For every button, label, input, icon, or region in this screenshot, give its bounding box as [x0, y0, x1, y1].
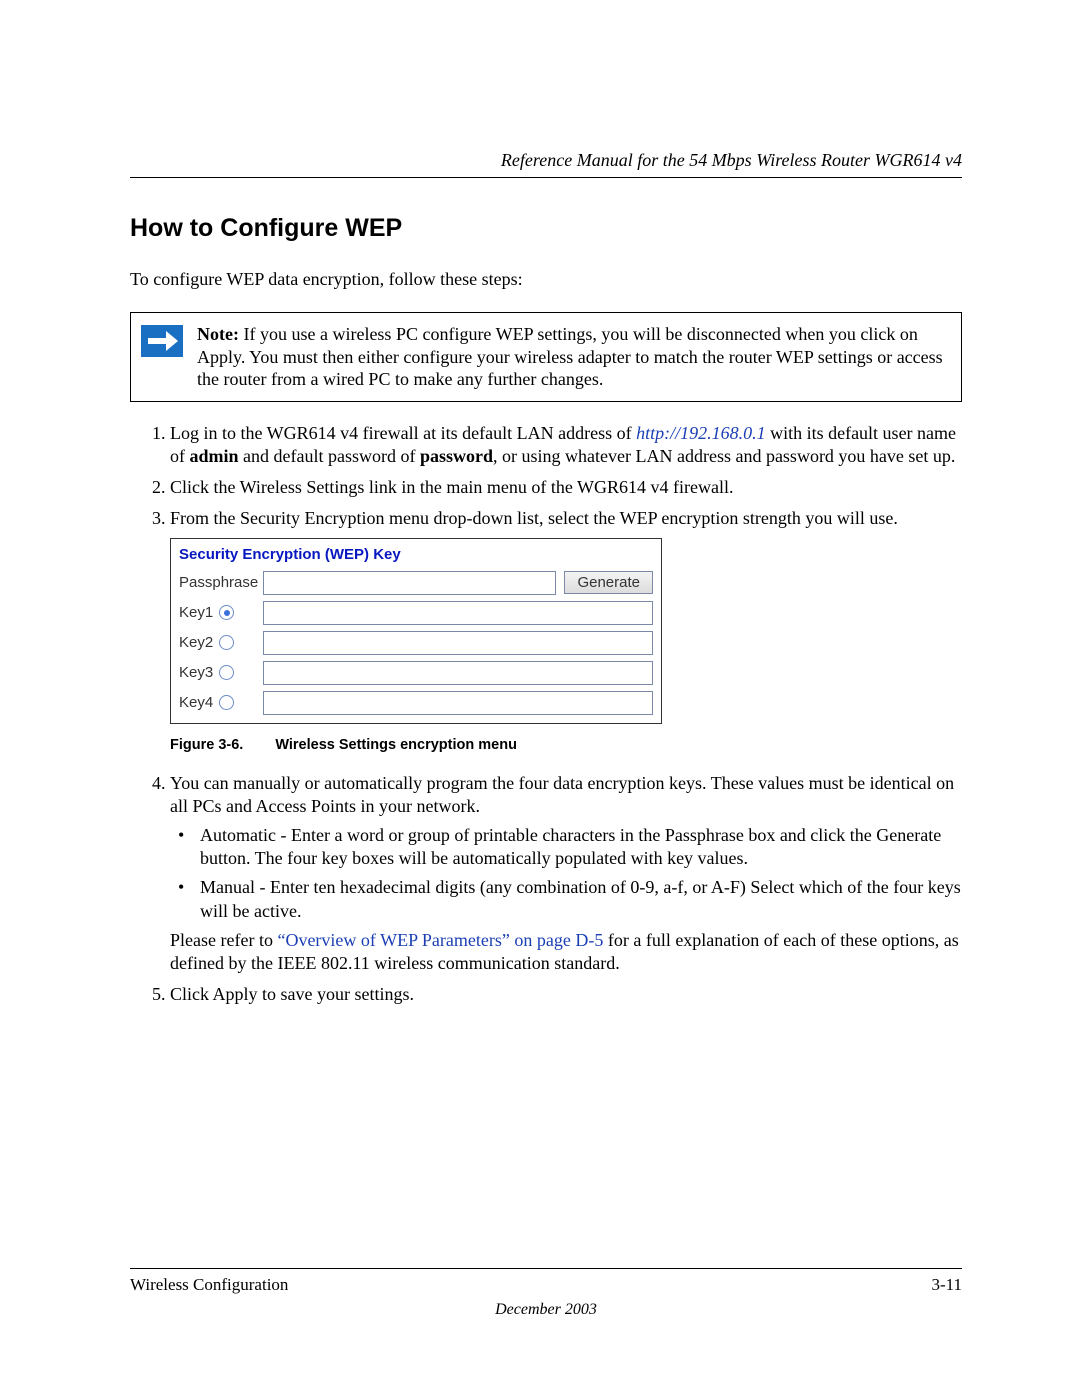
section-intro: To configure WEP data encryption, follow…	[130, 269, 962, 290]
step-3: From the Security Encryption menu drop-d…	[170, 507, 962, 755]
step-4: You can manually or automatically progra…	[170, 772, 962, 974]
key1-input[interactable]	[263, 601, 653, 625]
step-1-text-d: , or using whatever LAN address and pass…	[493, 446, 955, 466]
figure-caption: Figure 3-6. Wireless Settings encryption …	[170, 736, 962, 755]
key4-radio[interactable]	[219, 695, 234, 710]
arrow-icon	[141, 325, 183, 357]
passphrase-row: Passphrase Generate	[171, 568, 661, 598]
figure-number: Figure 3-6.	[170, 737, 243, 753]
key2-row: Key2	[171, 628, 661, 658]
key4-row: Key4	[171, 688, 661, 723]
passphrase-input[interactable]	[263, 571, 556, 595]
step-1-text-c: and default password of	[239, 446, 420, 466]
wep-panel: Security Encryption (WEP) Key Passphrase…	[170, 538, 662, 724]
page-footer: Wireless Configuration 3-11 December 200…	[130, 1268, 962, 1319]
note-label: Note:	[197, 324, 239, 344]
passphrase-label: Passphrase	[179, 573, 263, 592]
note-body: If you use a wireless PC configure WEP s…	[197, 324, 943, 389]
manual-title: Reference Manual for the 54 Mbps Wireles…	[130, 150, 962, 171]
section-title: How to Configure WEP	[130, 214, 962, 243]
header-rule	[130, 177, 962, 178]
key2-radio[interactable]	[219, 635, 234, 650]
footer-rule	[130, 1268, 962, 1269]
key2-input[interactable]	[263, 631, 653, 655]
step-1-text-a: Log in to the WGR614 v4 firewall at its …	[170, 423, 636, 443]
key2-label: Key2	[179, 633, 213, 652]
footer-section: Wireless Configuration	[130, 1275, 288, 1295]
key4-input[interactable]	[263, 691, 653, 715]
key1-radio[interactable]	[219, 605, 234, 620]
step-4-ref-a: Please refer to	[170, 930, 277, 950]
key3-row: Key3	[171, 658, 661, 688]
note-box: Note: If you use a wireless PC configure…	[130, 312, 962, 402]
steps-list: Log in to the WGR614 v4 firewall at its …	[130, 422, 962, 1006]
password-bold: password	[420, 446, 493, 466]
key1-row: Key1	[171, 598, 661, 628]
key4-label: Key4	[179, 693, 213, 712]
wep-overview-xref[interactable]: “Overview of WEP Parameters” on page D-5	[277, 930, 603, 950]
key3-radio[interactable]	[219, 665, 234, 680]
lan-address-link[interactable]: http://192.168.0.1	[636, 423, 766, 443]
step-5: Click Apply to save your settings.	[170, 983, 962, 1006]
figure-title: Wireless Settings encryption menu	[275, 737, 517, 753]
generate-button[interactable]: Generate	[564, 571, 653, 594]
step-4-bullets: Automatic - Enter a word or group of pri…	[170, 824, 962, 922]
key1-label: Key1	[179, 603, 213, 622]
note-text: Note: If you use a wireless PC configure…	[197, 323, 947, 391]
step-1: Log in to the WGR614 v4 firewall at its …	[170, 422, 962, 468]
step-3-text: From the Security Encryption menu drop-d…	[170, 508, 898, 528]
key3-label: Key3	[179, 663, 213, 682]
step-4-text: You can manually or automatically progra…	[170, 773, 954, 816]
footer-date: December 2003	[130, 1301, 962, 1319]
wep-panel-title: Security Encryption (WEP) Key	[171, 539, 661, 568]
bullet-automatic: Automatic - Enter a word or group of pri…	[200, 824, 962, 870]
footer-page-number: 3-11	[931, 1275, 962, 1295]
step-2: Click the Wireless Settings link in the …	[170, 476, 962, 499]
bullet-manual: Manual - Enter ten hexadecimal digits (a…	[200, 876, 962, 922]
key3-input[interactable]	[263, 661, 653, 685]
admin-bold: admin	[190, 446, 239, 466]
